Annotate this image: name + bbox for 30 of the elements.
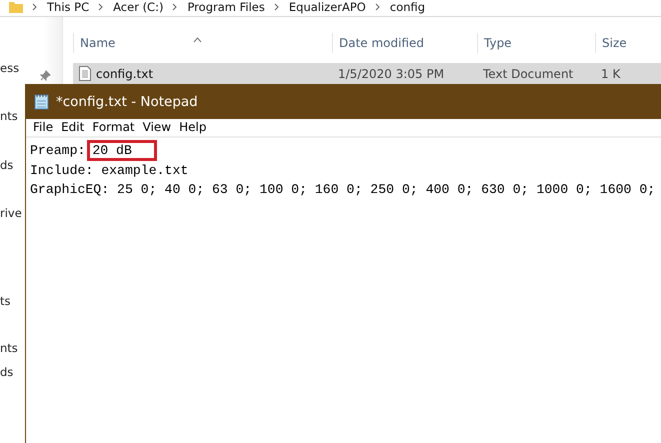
nav-item[interactable]: ds — [0, 365, 14, 379]
nav-item[interactable]: ts — [0, 294, 11, 308]
text-line: Preamp: 20 dB — [30, 140, 661, 161]
breadcrumb-item[interactable]: This PC — [47, 0, 90, 14]
column-header[interactable]: Type — [477, 33, 595, 53]
menu-item[interactable]: File — [29, 120, 58, 134]
type-cell-text: Text Document — [482, 66, 574, 80]
window-title: *config.txt - Notepad — [56, 94, 198, 110]
menu-item[interactable]: Help — [175, 120, 210, 134]
nav-item[interactable]: rive — [0, 206, 22, 220]
column-header[interactable]: Name — [73, 33, 332, 53]
breadcrumb-item[interactable]: Program Files — [187, 0, 265, 14]
size-cell-text: 1 K — [600, 66, 622, 80]
nav-item[interactable]: nts — [0, 341, 18, 355]
menu-item[interactable]: Format — [88, 120, 139, 134]
file-row[interactable]: config.txt 1/5/2020 3:05 PM Text Document 1 K — [73, 63, 661, 84]
breadcrumb-item[interactable]: config — [390, 0, 426, 14]
text-line: GraphicEQ: 25 0; 40 0; 63 0; 100 0; 160 0; 250 0; 400 0; 630 0; 1000 0; 1600 0; — [30, 181, 656, 199]
text-line: Include: example.txt — [30, 162, 190, 180]
file-name: config.txt — [96, 66, 154, 80]
column-header[interactable]: Date modified — [332, 33, 477, 53]
column-header[interactable]: Size — [595, 33, 655, 53]
date-cell-text: 1/5/2020 3:05 PM — [337, 66, 446, 80]
breadcrumb-item[interactable]: EqualizerAPO — [288, 0, 366, 14]
menu-item[interactable]: View — [138, 120, 176, 134]
breadcrumb-item[interactable]: Acer (C:) — [113, 0, 164, 14]
nav-item[interactable]: ess — [0, 61, 20, 75]
menu-item[interactable]: Edit — [57, 120, 88, 134]
nav-item[interactable]: nts — [0, 109, 18, 123]
nav-item[interactable]: ds — [0, 158, 14, 172]
